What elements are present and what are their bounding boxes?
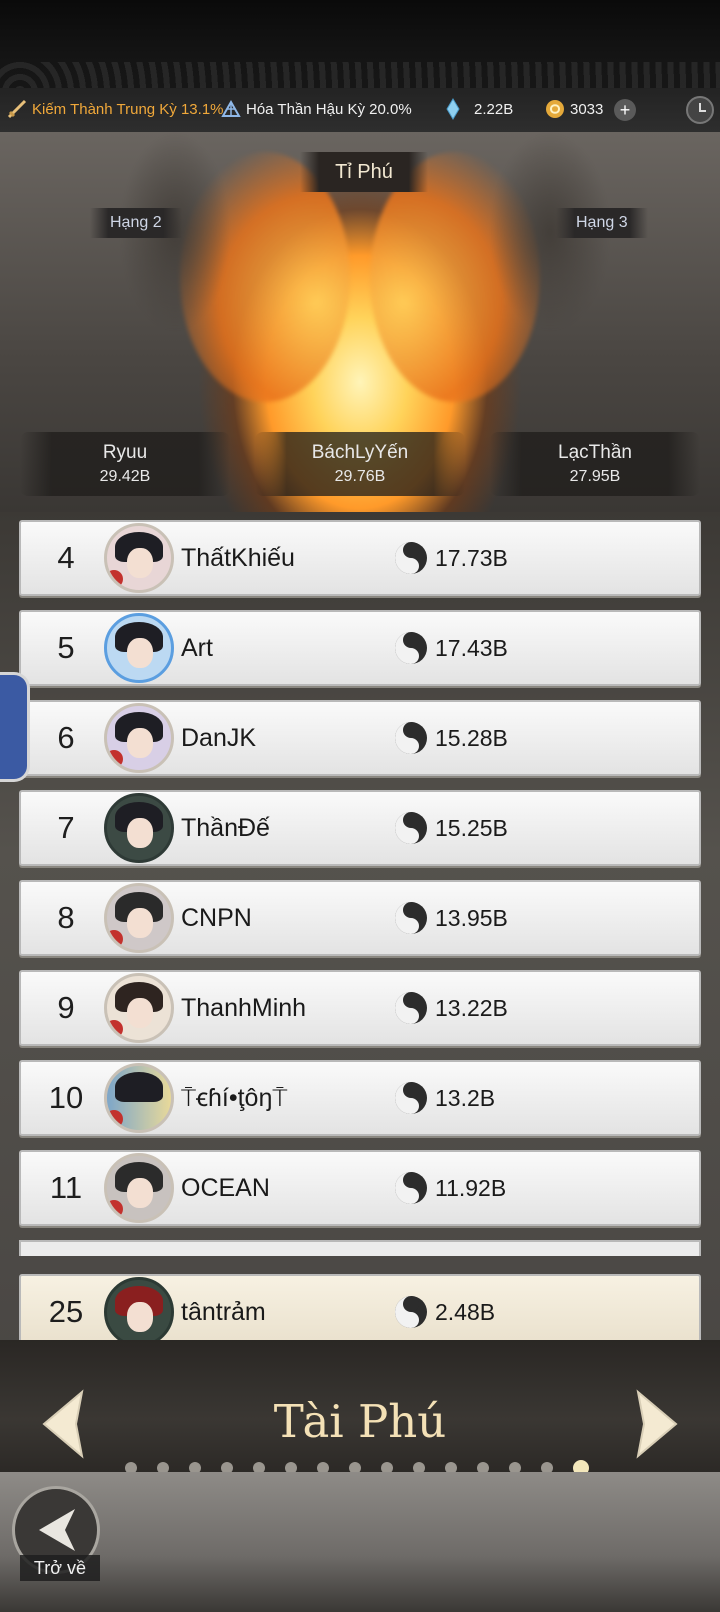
ranking-row[interactable]: 7 ThầnĐế 15.25B: [19, 790, 701, 866]
yinyang-coin-icon: [395, 1082, 427, 1114]
crystal-stat: 2.22B: [442, 98, 513, 120]
sword-icon: [7, 99, 27, 119]
row-rank: 10: [48, 1080, 84, 1115]
ranking-row[interactable]: 4 ThấtKhiếu 17.73B: [19, 520, 701, 596]
row-name: ThanhMinh: [181, 994, 307, 1022]
top3-rank1[interactable]: BáchLyYến 29.76B: [255, 432, 465, 496]
back-label[interactable]: Trở về: [20, 1555, 100, 1581]
player-avatar[interactable]: [104, 883, 174, 953]
row-name: ThấtKhiếu: [181, 544, 295, 572]
row-rank: 8: [57, 900, 75, 935]
ranking-row[interactable]: 6 DanJK 15.28B: [19, 700, 701, 776]
row-rank: 11: [49, 1170, 83, 1205]
player-avatar[interactable]: [104, 613, 174, 683]
yinyang-coin-icon: [395, 722, 427, 754]
clock-icon[interactable]: [686, 96, 714, 124]
realm2-stat: Hóa Thần Hậu Kỳ 20.0%: [220, 98, 412, 120]
top3-value: 29.42B: [99, 468, 151, 485]
top3-name: LạcThần: [558, 442, 632, 463]
player-avatar[interactable]: [104, 1153, 174, 1223]
realm1-text: Kiếm Thành Trung Kỳ 13.1%: [32, 100, 224, 118]
row-value: 13.2B: [435, 1085, 496, 1111]
coin-icon: [546, 100, 564, 118]
row-rank: 9: [57, 990, 75, 1025]
row-name: ThầnĐế: [181, 814, 270, 842]
realm2-text: Hóa Thần Hậu Kỳ 20.0%: [246, 100, 412, 118]
player-avatar[interactable]: [104, 1063, 174, 1133]
coin-value: 3033: [570, 100, 604, 118]
yinyang-coin-icon: [395, 542, 427, 574]
row-rank: 7: [57, 810, 75, 845]
status-bar: Kiếm Thành Trung Kỳ 13.1% Hóa Thần Hậu K…: [0, 88, 720, 132]
row-name: ⍑ꞓɦí•ţôŋ⍑: [181, 1084, 288, 1112]
crystal-value: 2.22B: [474, 100, 514, 118]
realm1-stat: Kiếm Thành Trung Kỳ 13.1%: [6, 98, 224, 120]
top3-name: Ryuu: [102, 442, 148, 463]
cloud-pattern-strip: [0, 62, 720, 88]
add-coins-button[interactable]: +: [614, 99, 636, 121]
my-avatar[interactable]: [104, 1277, 174, 1347]
row-value: 11.92B: [435, 1175, 507, 1201]
ranking-row[interactable]: 11 OCEAN 11.92B: [19, 1150, 701, 1226]
row-name: DanJK: [181, 724, 257, 752]
row-value: 15.28B: [435, 725, 508, 751]
top3-rank2[interactable]: Ryuu 29.42B: [20, 432, 230, 496]
rank2-label: Hạng 2: [90, 208, 182, 238]
yinyang-coin-icon: [395, 1296, 427, 1328]
ranking-row[interactable]: 9 ThanhMinh 13.22B: [19, 970, 701, 1046]
my-name: tântrảm: [181, 1298, 266, 1326]
bottom-area: [0, 1472, 720, 1612]
ranking-row[interactable]: 5 Art 17.43B: [19, 610, 701, 686]
player-avatar[interactable]: [104, 793, 174, 863]
ranking-row[interactable]: 8 CNPN 13.95B: [19, 880, 701, 956]
yinyang-coin-icon: [395, 632, 427, 664]
crystal-icon: [446, 98, 460, 120]
row-value: 13.95B: [435, 905, 508, 931]
row-name: CNPN: [181, 904, 252, 932]
yinyang-coin-icon: [395, 902, 427, 934]
top3-value: 27.95B: [569, 468, 621, 485]
ranking-row[interactable]: 10 ⍑ꞓɦí•ţôŋ⍑ 13.2B: [19, 1060, 701, 1136]
category-title: Tài Phú: [273, 1395, 447, 1448]
rank3-label: Hạng 3: [556, 208, 648, 238]
row-name: Art: [181, 634, 213, 662]
player-avatar[interactable]: [104, 973, 174, 1043]
leaderboard-title: Tỉ Phú: [300, 152, 428, 192]
row-value: 17.73B: [435, 545, 508, 571]
yinyang-coin-icon: [395, 992, 427, 1024]
row-name: OCEAN: [181, 1174, 270, 1202]
yinyang-coin-icon: [395, 1172, 427, 1204]
top3-name: BáchLyYến: [311, 442, 409, 463]
row-rank: 4: [57, 540, 75, 575]
side-floating-tab[interactable]: [0, 672, 30, 782]
top3-value: 29.76B: [334, 468, 386, 485]
my-rank: 25: [48, 1294, 84, 1329]
row-rank: 5: [57, 630, 75, 665]
top3-rank3[interactable]: LạcThần 27.95B: [490, 432, 700, 496]
player-avatar[interactable]: [104, 703, 174, 773]
next-arrow-button[interactable]: [632, 1388, 684, 1460]
my-value: 2.48B: [435, 1299, 496, 1325]
yinyang-coin-icon: [395, 812, 427, 844]
row-value: 13.22B: [435, 995, 508, 1021]
my-ranking-row[interactable]: 25 tântrảm 2.48B: [19, 1274, 701, 1350]
partial-row: [19, 1240, 701, 1256]
row-value: 15.25B: [435, 815, 508, 841]
row-value: 17.43B: [435, 635, 508, 661]
coin-stat: 3033: [544, 98, 603, 120]
fan-icon: [221, 99, 241, 117]
prev-arrow-button[interactable]: [36, 1388, 88, 1460]
row-rank: 6: [57, 720, 75, 755]
player-avatar[interactable]: [104, 523, 174, 593]
